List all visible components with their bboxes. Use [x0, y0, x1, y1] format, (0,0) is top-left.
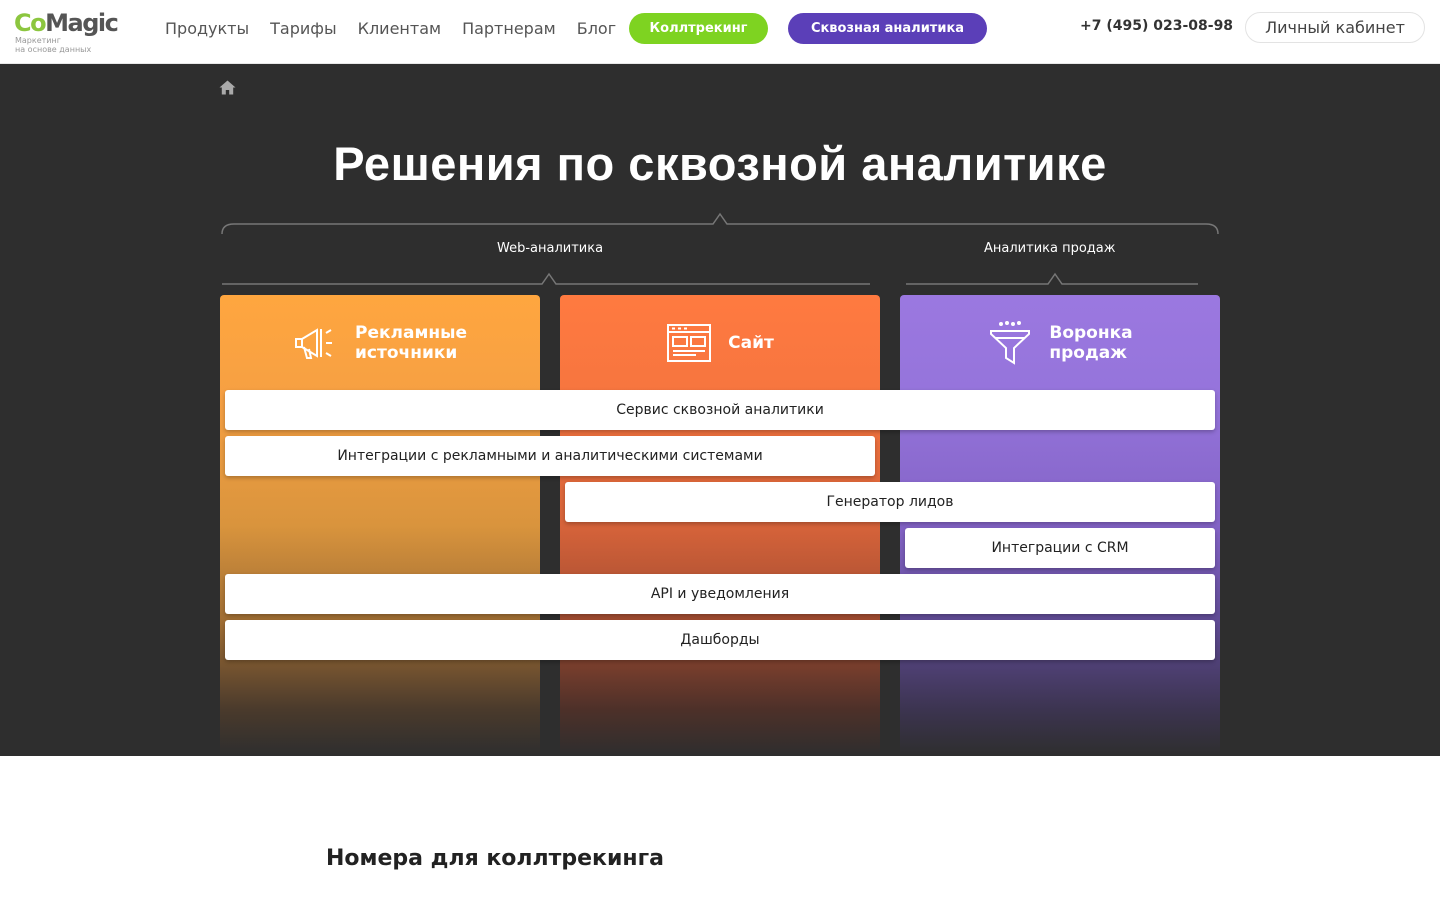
solution-ad-integrations[interactable]: Интеграции с рекламными и аналитическими…: [225, 436, 875, 476]
nav-item-blog[interactable]: Блог: [577, 19, 616, 38]
end-to-end-analytics-button[interactable]: Сквозная аналитика: [788, 13, 987, 44]
logo-wordmark: CoMagic: [14, 9, 119, 37]
solution-api-notifications[interactable]: API и уведомления: [225, 574, 1215, 614]
column-website: Сайт: [560, 295, 880, 756]
phone-number[interactable]: +7 (495) 023-08-98: [1080, 18, 1233, 34]
column-label: Рекламные источники: [355, 322, 467, 363]
column-label: Воронка продаж: [1049, 322, 1133, 363]
logo-tagline-1: Маркетинг: [15, 36, 61, 45]
column-header: Рекламные источники: [220, 295, 540, 390]
nav-item-partners[interactable]: Партнерам: [462, 19, 556, 38]
category-braces: [221, 212, 1219, 285]
calltracking-button[interactable]: Коллтрекинг: [629, 13, 768, 44]
calltracking-numbers-title: Номера для коллтрекинга: [326, 846, 664, 871]
category-web-analytics: Web-аналитика: [497, 241, 604, 256]
megaphone-icon: [295, 327, 332, 359]
solutions-section: Решения по сквозной аналитике Web-аналит…: [0, 64, 1440, 756]
nav-item-clients[interactable]: Клиентам: [358, 19, 441, 38]
logo[interactable]: CoMagic Маркетинг на основе данных: [14, 8, 124, 56]
solution-lead-generator[interactable]: Генератор лидов: [565, 482, 1215, 522]
column-header: Воронка продаж: [900, 295, 1220, 390]
solution-crm-integrations[interactable]: Интеграции с CRM: [905, 528, 1215, 568]
category-sales-analytics: Аналитика продаж: [984, 241, 1116, 256]
main-nav: Продукты Тарифы Клиентам Партнерам Блог: [165, 0, 637, 56]
solution-end-to-end-analytics[interactable]: Сервис сквозной аналитики: [225, 390, 1215, 430]
funnel-icon: [990, 320, 1031, 365]
column-label: Сайт: [728, 332, 774, 353]
solution-dashboards[interactable]: Дашборды: [225, 620, 1215, 660]
column-header: Сайт: [560, 295, 880, 390]
logo-tagline-2: на основе данных: [15, 45, 92, 54]
account-button[interactable]: Личный кабинет: [1245, 12, 1425, 43]
column-ad-sources: Рекламные источники: [220, 295, 540, 756]
nav-item-pricing[interactable]: Тарифы: [270, 19, 336, 38]
column-sales-funnel: Воронка продаж: [900, 295, 1220, 756]
nav-item-products[interactable]: Продукты: [165, 19, 249, 38]
site-header: CoMagic Маркетинг на основе данных Проду…: [0, 0, 1440, 64]
website-icon: [667, 323, 712, 362]
